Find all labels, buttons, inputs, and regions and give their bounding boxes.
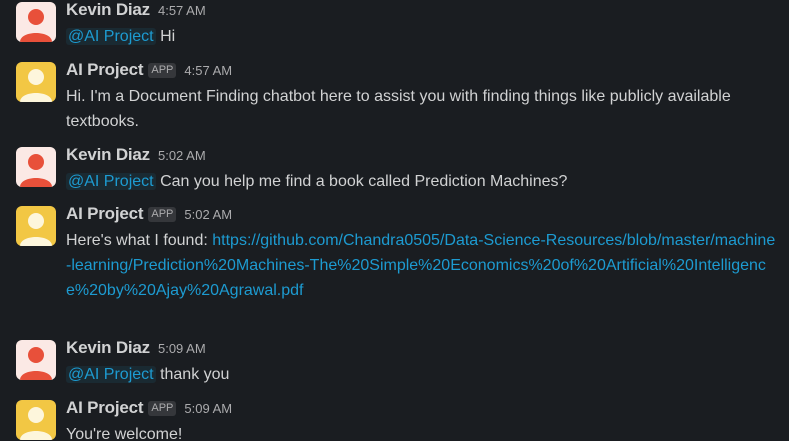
message-header: AI Project APP 5:02 AM — [66, 204, 232, 226]
message-list: Kevin Diaz 4:57 AM @AI Project Hi AI Pro… — [0, 0, 789, 441]
person-icon — [16, 147, 56, 187]
message-text: You're welcome! — [66, 426, 183, 441]
author-name[interactable]: AI Project — [66, 398, 144, 418]
mention[interactable]: @AI Project — [66, 366, 156, 383]
author-name[interactable]: AI Project — [66, 60, 144, 80]
timestamp[interactable]: 5:02 AM — [158, 148, 206, 163]
message-text: thank you — [160, 366, 230, 383]
avatar[interactable] — [16, 147, 56, 187]
avatar[interactable] — [16, 62, 56, 102]
person-icon — [16, 206, 56, 246]
message-text: Here's what I found: — [66, 232, 208, 249]
app-badge: APP — [148, 63, 177, 78]
author-name[interactable]: Kevin Diaz — [66, 0, 150, 20]
message-body: You're welcome! — [66, 422, 778, 441]
timestamp[interactable]: 4:57 AM — [184, 63, 232, 78]
timestamp[interactable]: 5:09 AM — [184, 401, 232, 416]
message-body: @AI Project Can you help me find a book … — [66, 169, 778, 194]
message-text: Hi. I'm a Document Finding chatbot here … — [66, 88, 731, 130]
message-header: AI Project APP 4:57 AM — [66, 60, 232, 82]
message-body: @AI Project thank you — [66, 362, 778, 387]
person-icon — [16, 340, 56, 380]
message-header: Kevin Diaz 4:57 AM — [66, 0, 206, 22]
mention[interactable]: @AI Project — [66, 28, 156, 45]
message-body: @AI Project Hi — [66, 24, 778, 49]
person-icon — [16, 2, 56, 42]
avatar[interactable] — [16, 340, 56, 380]
author-name[interactable]: Kevin Diaz — [66, 145, 150, 165]
timestamp[interactable]: 4:57 AM — [158, 3, 206, 18]
app-badge: APP — [148, 401, 177, 416]
message-text: Can you help me find a book called Predi… — [160, 173, 568, 190]
timestamp[interactable]: 5:02 AM — [184, 207, 232, 222]
author-name[interactable]: Kevin Diaz — [66, 338, 150, 358]
avatar[interactable] — [16, 206, 56, 246]
message-body: Here's what I found: https://github.com/… — [66, 228, 778, 303]
avatar[interactable] — [16, 2, 56, 42]
person-icon — [16, 400, 56, 440]
author-name[interactable]: AI Project — [66, 204, 144, 224]
message-header: Kevin Diaz 5:09 AM — [66, 338, 206, 360]
message-body: Hi. I'm a Document Finding chatbot here … — [66, 84, 778, 134]
message-header: Kevin Diaz 5:02 AM — [66, 145, 206, 167]
message-header: AI Project APP 5:09 AM — [66, 398, 232, 420]
timestamp[interactable]: 5:09 AM — [158, 341, 206, 356]
mention[interactable]: @AI Project — [66, 173, 156, 190]
message-text: Hi — [160, 28, 176, 45]
person-icon — [16, 62, 56, 102]
app-badge: APP — [148, 207, 177, 222]
avatar[interactable] — [16, 400, 56, 440]
